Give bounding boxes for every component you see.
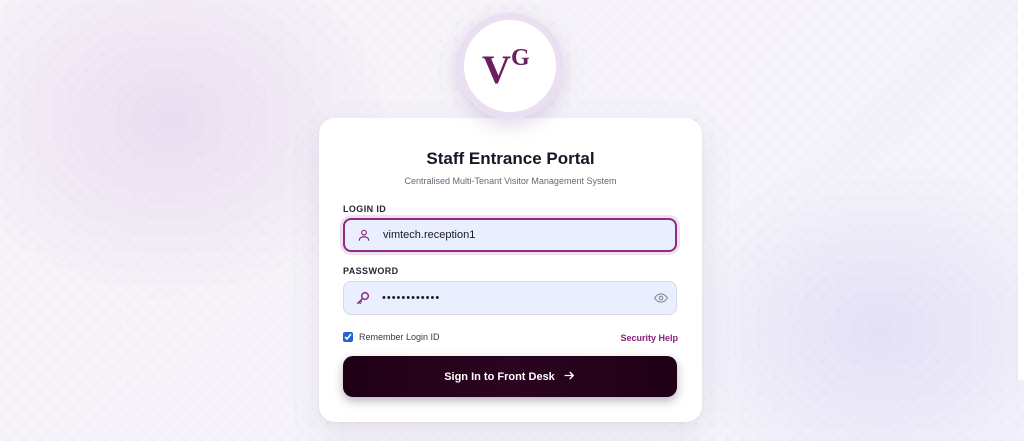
logo-letter-g: G: [511, 45, 530, 71]
password-input[interactable]: [380, 282, 646, 314]
login-id-input[interactable]: [381, 220, 675, 250]
logo-badge: V G: [457, 13, 563, 119]
page-title: Staff Entrance Portal: [426, 149, 595, 168]
sign-in-button[interactable]: Sign In to Front Desk: [343, 356, 677, 397]
vg-monogram-logo: V G: [482, 45, 530, 92]
login-id-label: LOGIN ID: [343, 204, 387, 214]
key-icon: [346, 283, 380, 313]
password-label: PASSWORD: [343, 266, 399, 276]
remember-login-checkbox[interactable]: [343, 332, 353, 342]
security-help-link[interactable]: Security Help: [620, 333, 678, 343]
eye-icon[interactable]: [646, 291, 676, 305]
sign-in-label: Sign In to Front Desk: [444, 370, 555, 383]
background-edge: [1018, 0, 1024, 380]
logo-letter-v: V: [482, 47, 511, 92]
login-id-field[interactable]: [343, 218, 677, 252]
page-subtitle: Centralised Multi-Tenant Visitor Managem…: [404, 176, 617, 186]
user-icon: [347, 220, 381, 250]
remember-login-label: Remember Login ID: [359, 332, 440, 342]
login-card: Staff Entrance Portal Centralised Multi-…: [319, 118, 702, 422]
logo: V G: [464, 20, 556, 112]
remember-login-option[interactable]: Remember Login ID: [343, 332, 440, 342]
password-field[interactable]: [343, 281, 677, 315]
arrow-right-icon: [563, 369, 576, 385]
